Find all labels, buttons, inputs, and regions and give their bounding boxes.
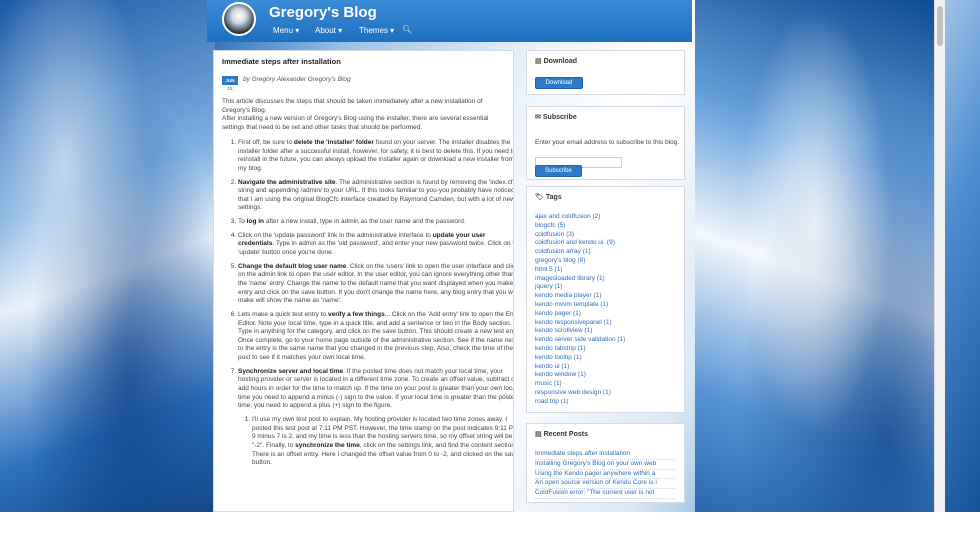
post-title[interactable]: Immediate steps after installation [222, 57, 341, 66]
tag-icon: 🏷︎ [535, 194, 544, 201]
step-item: Synchronize server and local time. If th… [238, 368, 513, 468]
site-title[interactable]: Gregory's Blog [269, 4, 377, 21]
step-item: Navigate the administrative site. The ad… [238, 179, 513, 214]
step-item: To log in after a new install, type in a… [238, 218, 513, 227]
tag-link[interactable]: kendo tooltip (1) [535, 354, 625, 363]
nav-menu[interactable]: Menu ▾ [273, 26, 299, 35]
tag-link[interactable]: music (1) [535, 380, 625, 389]
tag-link[interactable]: kendo scrollview (1) [535, 327, 625, 336]
date-day: 15 [227, 86, 233, 91]
tag-link[interactable]: ajax and coldfusion (2) [535, 213, 625, 222]
tag-link[interactable]: kendo media player (1) [535, 292, 625, 301]
recent-posts-title: ▤ Recent Posts [535, 431, 588, 438]
scrollbar-thumb[interactable] [937, 6, 943, 46]
search-icon[interactable]: 🔍︎ [402, 25, 412, 34]
step-item: Lets make a quick test entry to verify a… [238, 311, 513, 363]
post-panel: Immediate steps after installation JUN 1… [213, 50, 514, 512]
tag-link[interactable]: coldfusion (3) [535, 231, 625, 240]
list-icon: ▤ [535, 431, 542, 438]
recent-posts-list: Immediate steps after installation Insta… [535, 450, 675, 499]
page-scrollbar[interactable] [934, 0, 945, 512]
tags-box: 🏷︎ Tags ajax and coldfusion (2) blogcfc (… [526, 186, 685, 413]
tag-link[interactable]: responsive web design (1) [535, 389, 625, 398]
step-item: Change the default blog user name. Click… [238, 263, 513, 306]
download-button[interactable]: Download [535, 77, 583, 89]
download-title: ▤ Download [535, 58, 578, 65]
post-intro: This article discusses the steps that sh… [222, 98, 507, 133]
subscribe-button[interactable]: Subscribe [535, 165, 582, 177]
subscribe-title: ✉ Subscribe [535, 114, 577, 121]
substeps-list: I'll use my own test post to explain. My… [238, 416, 513, 468]
tag-link[interactable]: jquery (1) [535, 283, 625, 292]
intro-paragraph: This article discusses the steps that sh… [222, 98, 483, 114]
recent-post-link[interactable]: Installing Gregory's Blog on your own we… [535, 460, 675, 470]
tag-list: ajax and coldfusion (2) blogcfc (5) cold… [535, 213, 625, 407]
envelope-icon: ✉ [535, 114, 541, 121]
substep-item: I'll use my own test post to explain. My… [252, 416, 513, 468]
tag-link[interactable]: kendo mvvm template (1) [535, 301, 625, 310]
tag-link[interactable]: kendo pager (1) [535, 310, 625, 319]
tag-link[interactable]: kendo ui (1) [535, 363, 625, 372]
step-item: First off, be sure to delete the 'instal… [238, 139, 513, 174]
tags-title: 🏷︎ Tags [535, 194, 562, 201]
background-left [0, 0, 215, 551]
file-icon: ▤ [535, 58, 542, 65]
tag-link[interactable]: html 5 (1) [535, 266, 625, 275]
intro-paragraph: After installing a new version of Gregor… [222, 115, 489, 131]
recent-posts-box: ▤ Recent Posts Immediate steps after inst… [526, 423, 685, 503]
recent-post-link[interactable]: An open source version of Kendo Core is … [535, 479, 675, 490]
tag-link[interactable]: coldfusion and kendo ui. (9) [535, 239, 625, 248]
nav-themes[interactable]: Themes ▾ [359, 26, 394, 35]
recent-post-link[interactable]: ColdFusion error: "The current user is n… [535, 489, 675, 499]
background-right [695, 0, 935, 551]
download-box: ▤ Download Download [526, 50, 685, 95]
subscribe-box: ✉ Subscribe Enter your email address to s… [526, 106, 685, 180]
subscribe-text: Enter your email address to subscribe to… [535, 139, 680, 146]
date-month: JUN [222, 76, 238, 85]
main-nav: Menu ▾ About ▾ Themes ▾ 🔍︎ [207, 22, 692, 42]
nav-about[interactable]: About ▾ [315, 26, 342, 35]
tag-link[interactable]: kendo server side validation (1) [535, 336, 625, 345]
post-byline: by Gregory Alexander Gregory's Blog [243, 76, 351, 83]
step-item: Click on the 'update password' link in t… [238, 232, 513, 258]
tag-link[interactable]: blogcfc (5) [535, 222, 625, 231]
tag-link[interactable]: kendo tabstrip (1) [535, 345, 625, 354]
page-bottom-area [0, 512, 980, 551]
tag-link[interactable]: gregory's blog (8) [535, 257, 625, 266]
steps-list: First off, be sure to delete the 'instal… [222, 139, 513, 473]
tag-link[interactable]: road trip (1) [535, 398, 625, 407]
tag-link[interactable]: kendo responsivepanel (1) [535, 319, 625, 328]
tag-link[interactable]: imagesloaded library (1) [535, 275, 625, 284]
tag-link[interactable]: kendo window (1) [535, 371, 625, 380]
recent-post-link[interactable]: Using the Kendo pager anywhere within a [535, 470, 675, 480]
recent-post-link[interactable]: Immediate steps after installation [535, 450, 675, 460]
tag-link[interactable]: coldfusion array (1) [535, 248, 625, 257]
